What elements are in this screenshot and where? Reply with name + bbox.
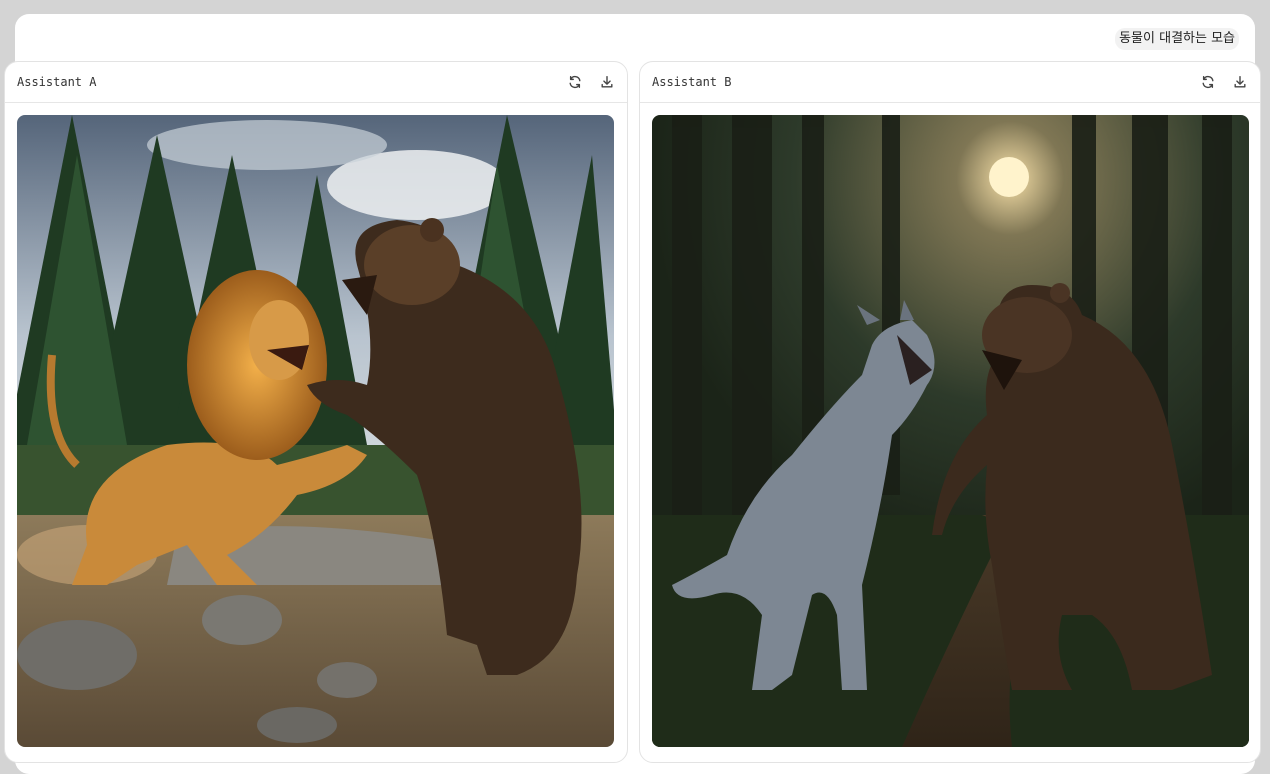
download-icon[interactable]	[599, 74, 615, 90]
download-icon[interactable]	[1232, 74, 1248, 90]
assistant-a-actions	[567, 74, 615, 90]
assistant-b-panel: Assistant B	[639, 61, 1261, 763]
assistant-a-title: Assistant A	[17, 75, 97, 89]
refresh-icon[interactable]	[1200, 74, 1216, 90]
assistant-b-actions	[1200, 74, 1248, 90]
assistant-a-panel: Assistant A	[4, 61, 628, 763]
refresh-icon[interactable]	[567, 74, 583, 90]
assistant-a-header: Assistant A	[5, 62, 627, 103]
wolf-vs-bear-image	[652, 115, 1249, 747]
lion-vs-bear-image	[17, 115, 614, 747]
assistant-b-header: Assistant B	[640, 62, 1260, 103]
assistant-b-title: Assistant B	[652, 75, 732, 89]
user-prompt-bubble: 동물이 대결하는 모습	[1115, 28, 1239, 50]
